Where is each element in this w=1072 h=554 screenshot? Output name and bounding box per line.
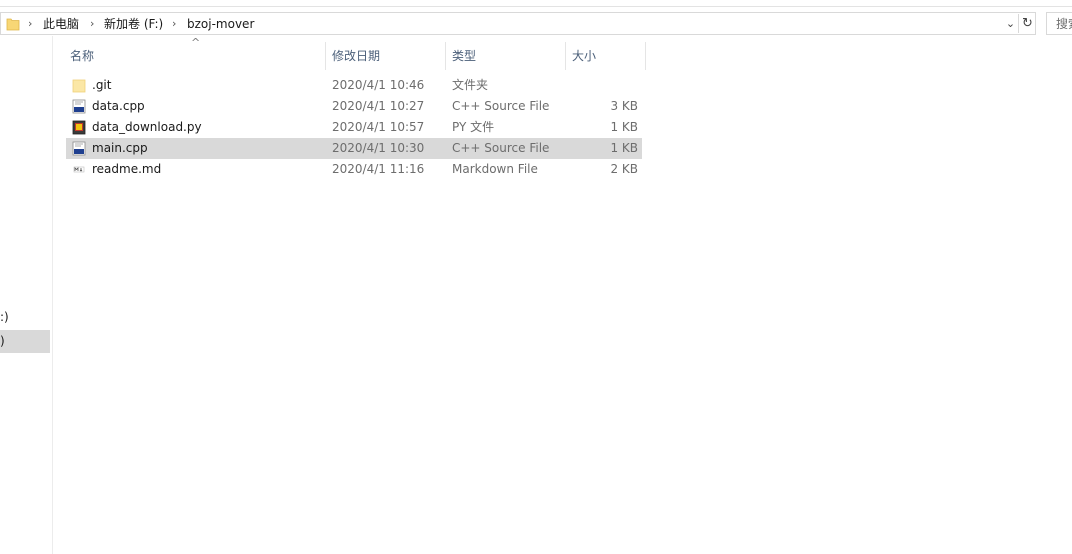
file-date: 2020/4/1 10:30 [332,141,425,155]
breadcrumb-separator[interactable]: › [28,16,32,32]
search-input[interactable]: 搜索 [1046,12,1072,35]
file-name: .git [92,78,112,92]
python-file-icon [72,120,86,135]
file-date: 2020/4/1 11:16 [332,162,425,176]
nav-item-drive-selected[interactable]: ) [0,330,50,353]
file-size: 3 KB [610,99,638,113]
file-type: Markdown File [452,162,538,176]
file-row[interactable]: data_download.py 2020/4/1 10:57 PY 文件 1 … [66,117,642,138]
file-row-selected[interactable]: main.cpp 2020/4/1 10:30 C++ Source File … [66,138,642,159]
file-size: 1 KB [610,120,638,134]
title-strip [0,0,1072,7]
breadcrumb-separator[interactable]: › [172,16,176,32]
cpp-file-icon [72,141,86,156]
breadcrumb-bzoj-mover[interactable]: bzoj-mover [187,16,254,32]
chevron-down-icon[interactable]: ⌄ [1004,16,1017,32]
file-name: main.cpp [92,141,148,155]
column-header-name[interactable]: 名称 [64,42,325,70]
file-size: 1 KB [610,141,638,155]
file-type: C++ Source File [452,99,550,113]
file-name: readme.md [92,162,162,176]
refresh-icon[interactable]: ↻ [1020,15,1035,32]
address-divider [1018,14,1019,33]
file-row[interactable]: readme.md 2020/4/1 11:16 Markdown File 2… [66,159,642,180]
file-size [578,75,638,96]
file-type: 文件夹 [452,78,489,92]
column-header-date[interactable]: 修改日期 [326,42,445,70]
navigation-pane[interactable]: :) ) [0,36,53,554]
column-divider[interactable] [645,42,646,70]
cpp-file-icon [72,99,86,114]
file-size: 2 KB [610,162,638,176]
file-type: C++ Source File [452,141,550,155]
column-header-row: ^ 名称 修改日期 类型 大小 [64,36,646,70]
file-row[interactable]: .git 2020/4/1 10:46 文件夹 [66,75,642,96]
markdown-file-icon [73,166,85,173]
file-date: 2020/4/1 10:57 [332,120,425,134]
file-name: data_download.py [92,120,202,134]
breadcrumb-drive-f[interactable]: 新加卷 (F:) [104,16,163,32]
file-type: PY 文件 [452,120,495,134]
nav-item-drive[interactable]: :) [0,306,50,329]
column-header-size[interactable]: 大小 [566,42,645,70]
file-name: data.cpp [92,99,145,113]
folder-icon [6,18,20,31]
breadcrumb-separator[interactable]: › [90,16,94,32]
search-placeholder: 搜索 [1056,17,1072,31]
column-header-type[interactable]: 类型 [446,42,565,70]
breadcrumb-this-pc[interactable]: 此电脑 [43,16,79,32]
folder-icon [72,79,86,93]
file-date: 2020/4/1 10:46 [332,78,425,92]
file-date: 2020/4/1 10:27 [332,99,425,113]
address-bar[interactable]: › 此电脑 › 新加卷 (F:) › bzoj-mover ⌄ ↻ [0,12,1036,35]
file-row[interactable]: data.cpp 2020/4/1 10:27 C++ Source File … [66,96,642,117]
